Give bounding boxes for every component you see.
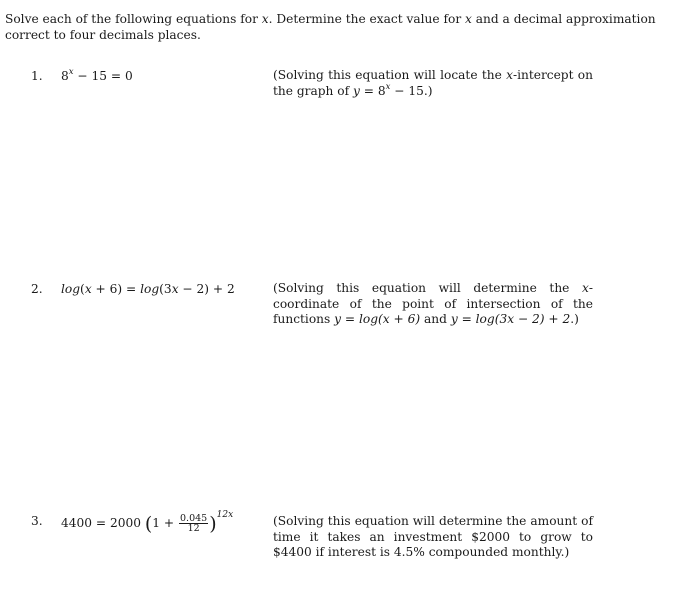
variable-x: x <box>261 12 269 26</box>
note-text: − 15.) <box>390 83 433 98</box>
note-text: (Solving this equation will determine th… <box>273 281 582 295</box>
fraction-denominator: 12 <box>187 523 200 534</box>
log-fn: log <box>140 282 160 296</box>
equation: 8x − 15 = 0 <box>61 68 133 83</box>
problem-note: (Solving this equation will locate the x… <box>273 68 593 99</box>
note-text: .) <box>570 312 579 326</box>
problem-note: (Solving this equation will determine th… <box>273 281 593 328</box>
eq-rest: − 15 = 0 <box>73 69 133 83</box>
function-2: y = log(3x − 2) + 2 <box>450 312 571 326</box>
variable-x: x <box>84 282 92 296</box>
note-text: (Solving this equation will locate the <box>273 68 507 82</box>
log-fn: log <box>61 282 81 296</box>
variable-x: x <box>465 12 472 26</box>
eq-base: 8 <box>61 69 69 83</box>
variable-y: y <box>352 83 360 98</box>
variable-x: x <box>582 281 589 295</box>
problem-number: 1. <box>31 69 43 83</box>
equation: 4400 = 2000 (1 + 0.045 12)12x <box>61 511 233 535</box>
problem-number: 3. <box>31 514 43 528</box>
function-1: y = log(x + 6) <box>334 312 421 326</box>
fraction: 0.045 12 <box>179 514 209 534</box>
eq-text: − 2) + 2 <box>178 282 235 296</box>
variable-x: x <box>506 68 513 82</box>
note-text: = 8 <box>359 83 386 98</box>
paren-close: ) <box>209 513 217 535</box>
eq-exponent: 12x <box>216 510 234 520</box>
instructions-text: . Determine the exact value for <box>268 12 466 26</box>
instructions-text: Solve each of the following equations fo… <box>5 12 262 26</box>
eq-text: 4400 = 2000 <box>61 516 145 530</box>
equation: log(x + 6) = log(3x − 2) + 2 <box>61 282 235 296</box>
eq-text: 1 + <box>152 516 179 530</box>
eq-text: + 6) = <box>91 282 141 296</box>
variable-x: x <box>171 282 179 296</box>
instructions: Solve each of the following equations fo… <box>5 11 665 43</box>
eq-text: (3 <box>159 282 172 296</box>
problem-number: 2. <box>31 282 43 296</box>
note-text: and <box>420 312 451 326</box>
problem-note: (Solving this equation will determine th… <box>273 514 593 559</box>
